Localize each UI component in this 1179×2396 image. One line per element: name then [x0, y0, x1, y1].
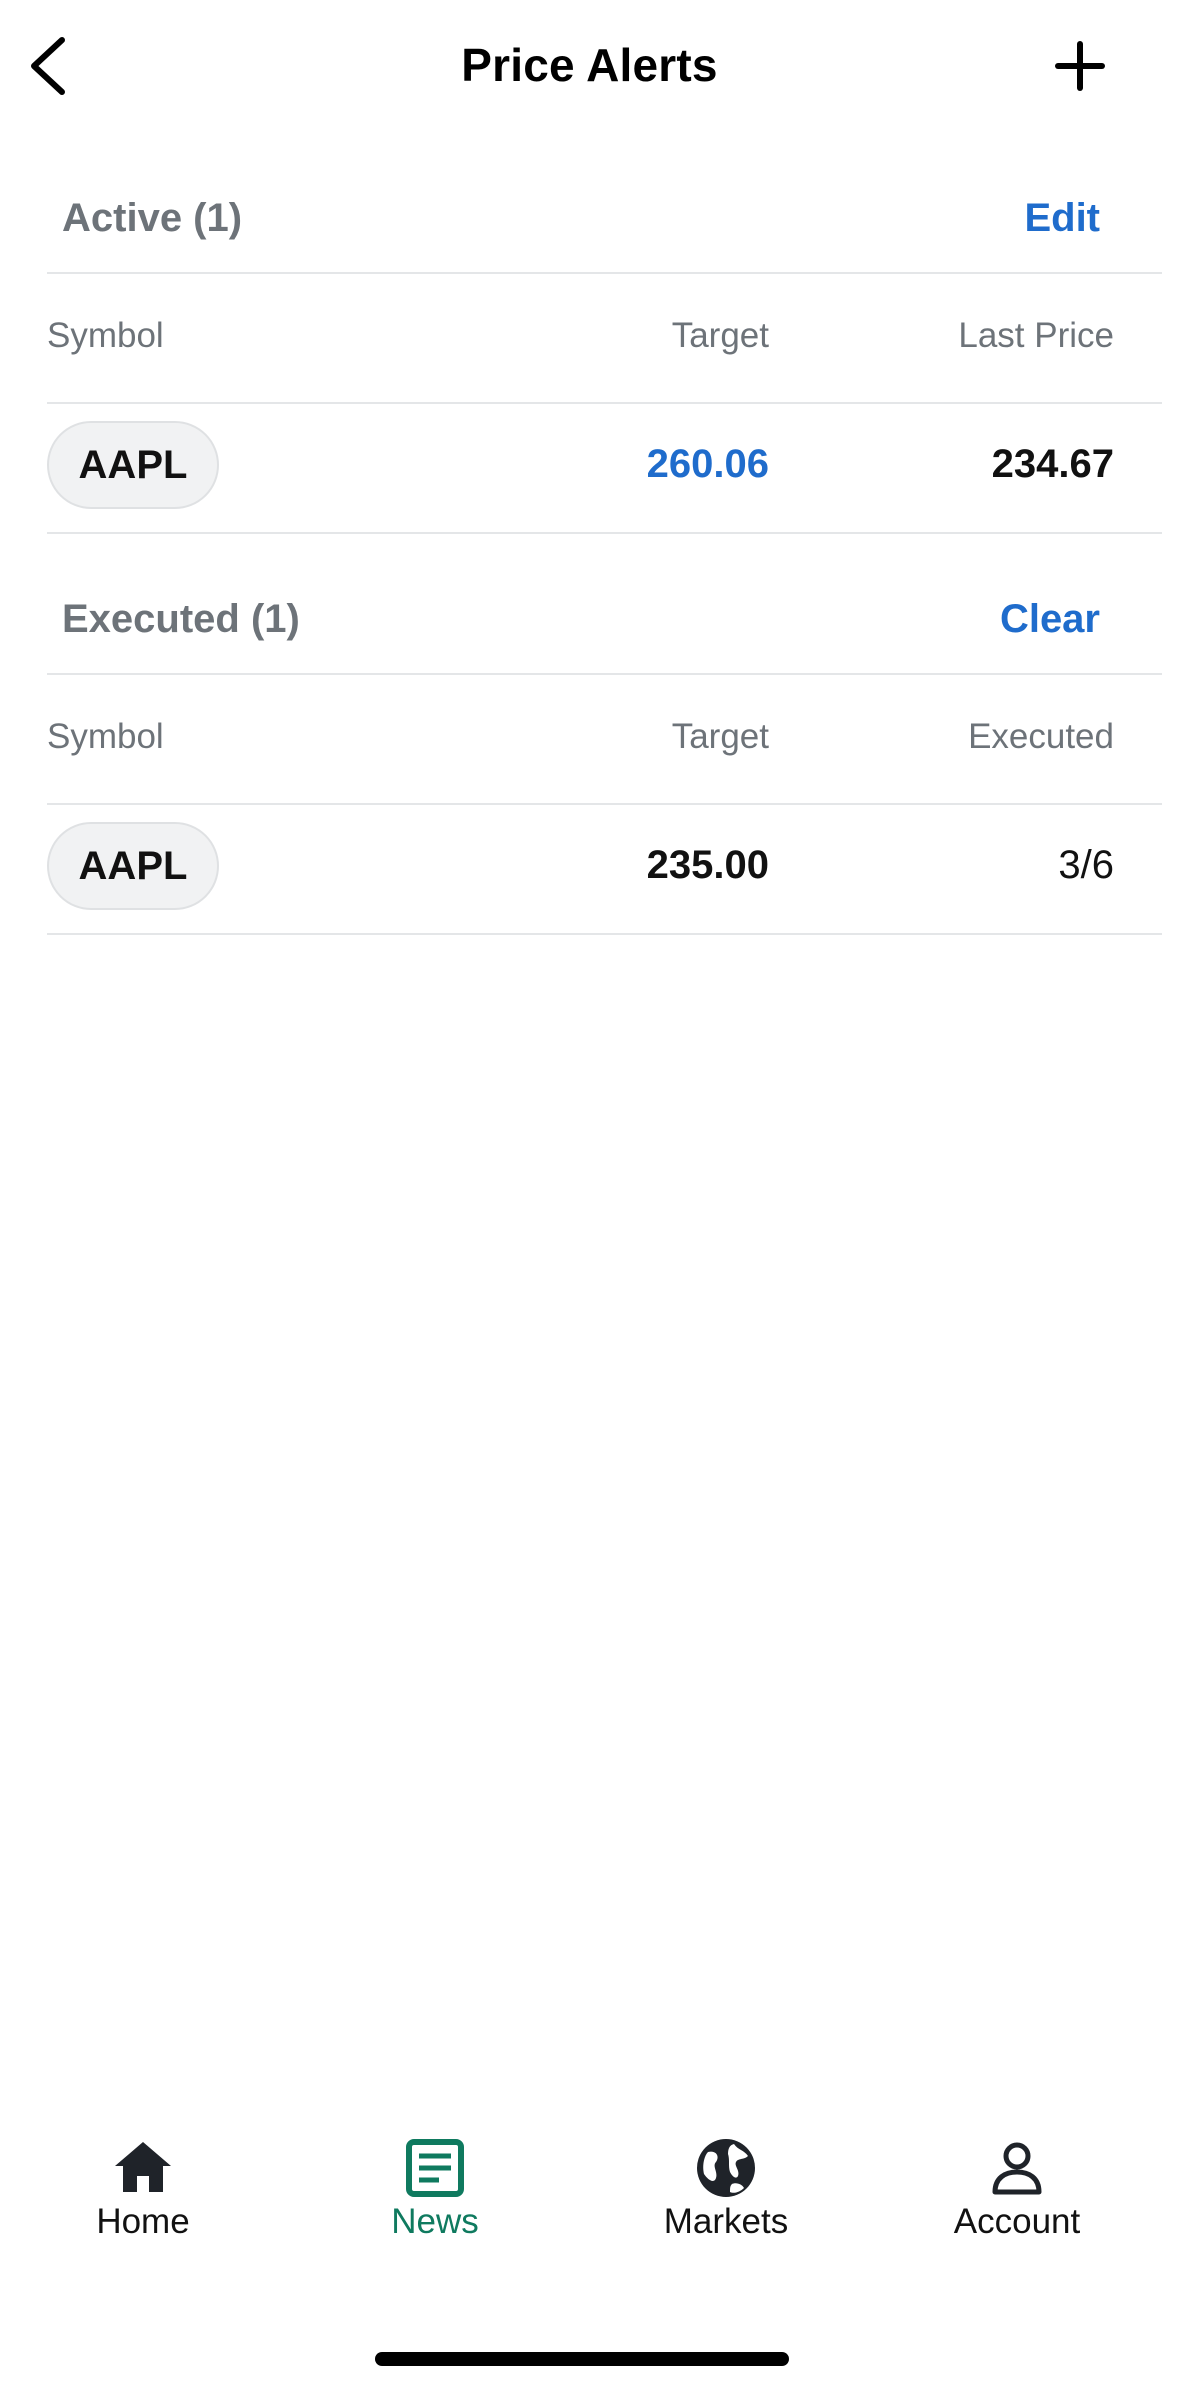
target-price: 235.00 [646, 843, 769, 887]
active-alerts-section: Active (1) Edit Symbol Target Last Price… [47, 172, 1162, 534]
page-title: Price Alerts [461, 39, 718, 91]
executed-alerts-section: Executed (1) Clear Symbol Target Execute… [47, 573, 1162, 935]
add-alert-button[interactable] [1050, 30, 1110, 102]
last-price: 234.67 [991, 442, 1114, 486]
active-section-header: Active (1) Edit [47, 172, 1162, 274]
executed-section-header: Executed (1) Clear [47, 573, 1162, 675]
tab-home-label: Home [96, 2202, 190, 2241]
column-header-symbol: Symbol [47, 717, 164, 756]
symbol-pill[interactable]: AAPL [47, 421, 219, 509]
column-header-executed: Executed [968, 717, 1114, 756]
active-column-headers: Symbol Target Last Price [47, 274, 1162, 404]
news-icon [406, 2139, 464, 2197]
column-header-target: Target [671, 316, 769, 355]
column-header-target: Target [671, 717, 769, 756]
edit-button[interactable]: Edit [1024, 196, 1100, 241]
executed-section-title: Executed (1) [62, 597, 300, 641]
active-section-title: Active (1) [62, 196, 243, 240]
plus-icon [1055, 41, 1105, 91]
top-bar: Price Alerts [0, 0, 1179, 135]
tab-account[interactable]: Account [917, 2136, 1117, 2266]
home-icon [115, 2142, 171, 2192]
home-indicator [375, 2352, 789, 2366]
tab-home[interactable]: Home [43, 2136, 243, 2266]
target-price[interactable]: 260.06 [647, 442, 769, 487]
user-icon [992, 2142, 1042, 2195]
executed-alert-row[interactable]: AAPL 235.00 3/6 [47, 805, 1162, 935]
column-header-last-price: Last Price [958, 316, 1114, 355]
column-header-symbol: Symbol [47, 316, 164, 355]
globe-icon [697, 2139, 755, 2197]
tab-news[interactable]: News [335, 2136, 535, 2266]
symbol-pill[interactable]: AAPL [47, 822, 219, 910]
tab-account-label: Account [953, 2202, 1081, 2241]
tab-markets[interactable]: Markets [626, 2136, 826, 2266]
clear-button[interactable]: Clear [1000, 597, 1100, 642]
active-alert-row[interactable]: AAPL 260.06 234.67 [47, 404, 1162, 534]
bottom-tab-bar: Home News Markets Account [0, 2120, 1179, 2270]
executed-count: 3/6 [1058, 843, 1114, 887]
tab-news-label: News [391, 2202, 479, 2241]
executed-column-headers: Symbol Target Executed [47, 675, 1162, 805]
tab-markets-label: Markets [663, 2202, 789, 2241]
